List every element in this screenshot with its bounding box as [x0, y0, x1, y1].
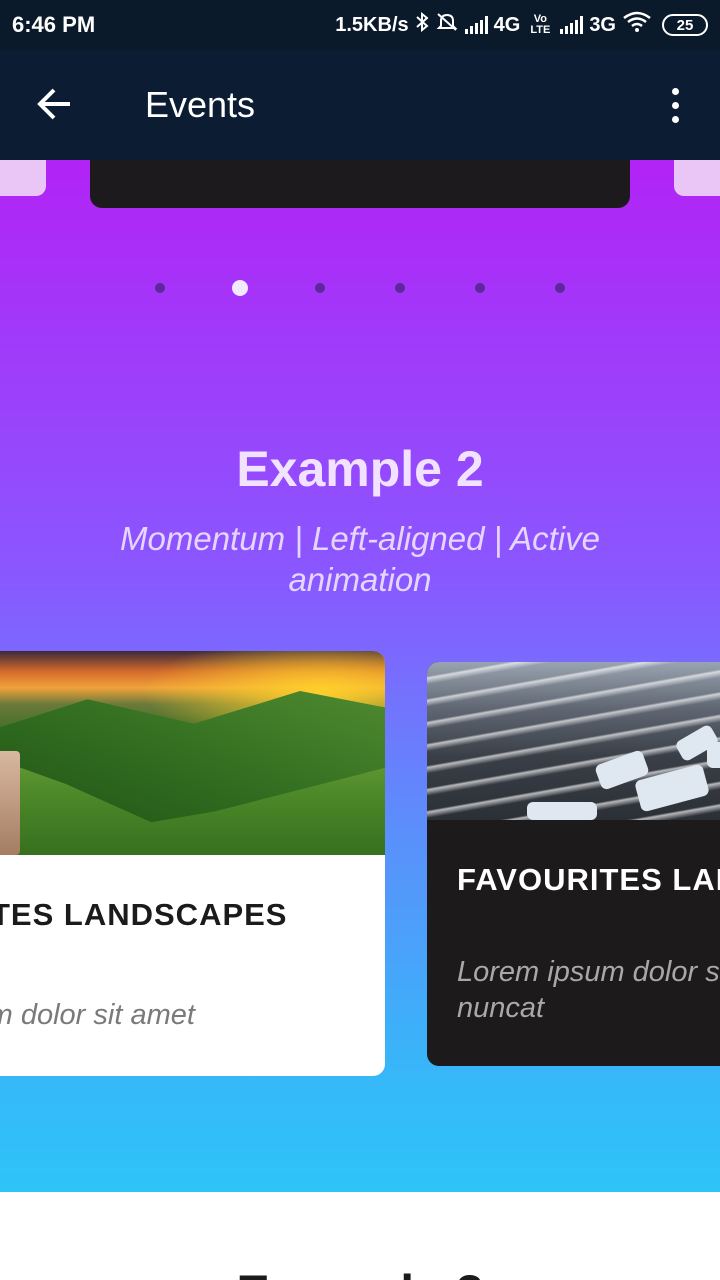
status-icons: 1.5KB/s 4G Vo LTE 3G 25 [335, 11, 708, 39]
app-bar: Events [0, 50, 720, 160]
sunset-valley-photo [0, 651, 385, 855]
card-text: Lorem ipsum dolor s nuncat [457, 956, 720, 1024]
network-type-1: 4G [493, 13, 521, 36]
pagination-dot[interactable] [315, 283, 325, 293]
landscape-card[interactable]: RITES LANDSCAPES sum dolor sit amet [0, 651, 385, 1076]
card-title: RITES LANDSCAPES [0, 897, 288, 932]
signal-icon [464, 16, 488, 34]
carousel-1-prev-peek[interactable] [0, 160, 46, 196]
card-title: FAVOURITES LAN 6 [457, 862, 720, 897]
section-subtitle: Momentum | Left-aligned | Active animati… [120, 520, 600, 598]
battery-icon: 25 [662, 14, 708, 36]
bluetooth-icon [415, 11, 429, 38]
volte-label: Vo LTE [530, 13, 551, 36]
page-title: Events [145, 84, 256, 125]
carousel-1-next-peek[interactable] [674, 160, 720, 196]
carousel-pagination [0, 278, 720, 298]
carousel-1-card-text: / [222, 160, 230, 162]
more-options-button[interactable] [660, 82, 692, 130]
status-time: 6:46 PM [12, 12, 96, 37]
carousel-1-active-card[interactable]: / [90, 160, 630, 208]
pagination-dot[interactable] [155, 283, 165, 293]
signal-icon-2 [560, 16, 584, 34]
status-bar: 6:46 PM 1.5KB/s 4G Vo LTE 3G 25 [0, 0, 720, 50]
pagination-dot[interactable] [555, 283, 565, 293]
ice-beach-photo [427, 662, 720, 820]
example-3-section: Example 3 [0, 1192, 720, 1280]
network-type-2: 3G [589, 13, 616, 36]
mute-icon [435, 12, 459, 38]
example-2-section: / Example 2 Momentum | Left-aligned | Ac… [0, 160, 720, 1192]
back-button[interactable] [32, 82, 80, 130]
arrow-left-icon [37, 88, 70, 120]
card-text: sum dolor sit amet [0, 999, 195, 1031]
wifi-icon [622, 11, 652, 39]
pagination-dot[interactable] [475, 283, 485, 293]
section-title: Example 3 [0, 1264, 720, 1280]
network-speed: 1.5KB/s [335, 13, 409, 36]
landscape-card[interactable]: FAVOURITES LAN 6 Lorem ipsum dolor s nun… [427, 662, 720, 1066]
pagination-dot-active[interactable] [232, 280, 248, 296]
section-title: Example 2 [236, 441, 484, 497]
battery-level: 25 [676, 16, 694, 34]
pagination-dot[interactable] [395, 283, 405, 293]
